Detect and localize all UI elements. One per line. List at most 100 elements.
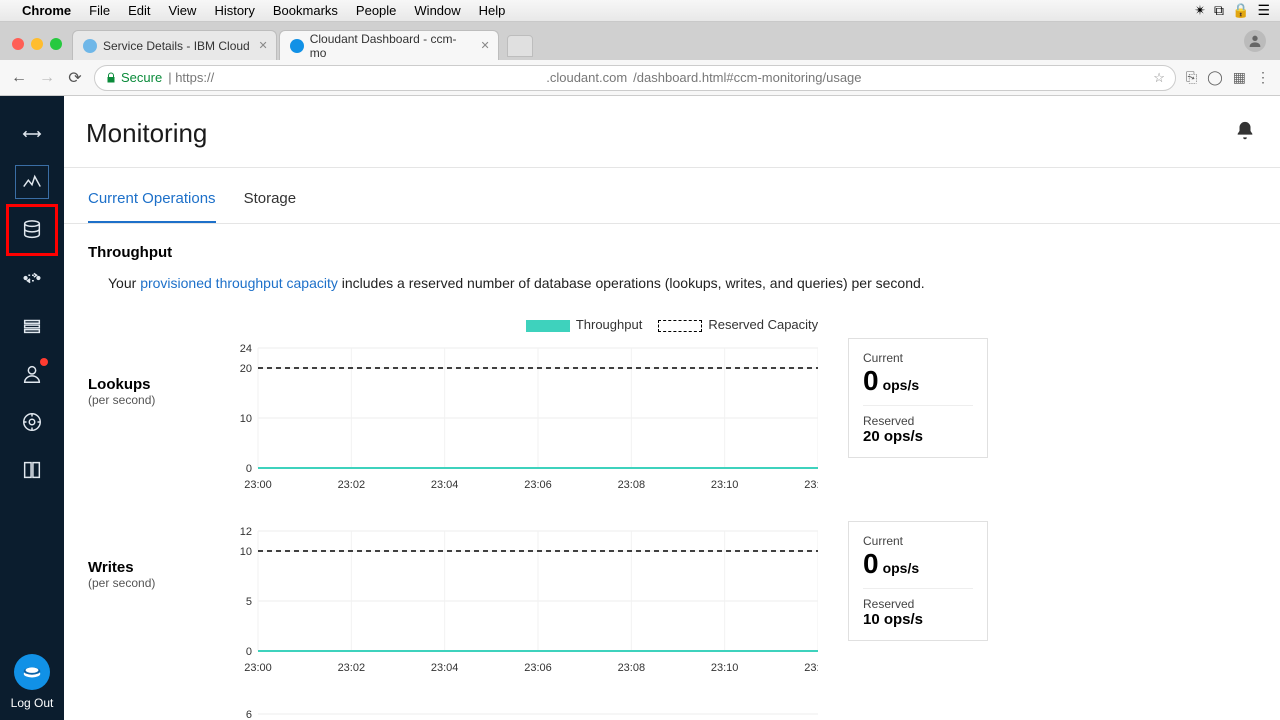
- legend-swatch-throughput: [526, 320, 570, 332]
- sidebar-avatar[interactable]: [14, 654, 50, 690]
- menu-people[interactable]: People: [356, 3, 396, 18]
- chart-row: Lookups(per second)010202423:0023:0223:0…: [88, 338, 1256, 503]
- chart-name: Lookups: [88, 376, 188, 393]
- chart-svg: 0 5 10 12 23:00 23:02 23:04 23:06 23:08 23:10 23:1…: [218, 521, 818, 681]
- maximize-window-icon[interactable]: [50, 38, 62, 50]
- section-title: Throughput: [88, 244, 1256, 261]
- extension-icon[interactable]: ◯: [1207, 69, 1223, 86]
- svg-text:6: 6: [246, 709, 252, 720]
- menu-chrome[interactable]: Chrome: [22, 3, 71, 18]
- svg-text:0: 0: [246, 646, 252, 658]
- tab-current-operations[interactable]: Current Operations: [88, 176, 216, 223]
- chart-summary: Current 0ops/s Reserved 10 ops/s: [848, 521, 988, 641]
- svg-text:23:06: 23:06: [524, 479, 552, 491]
- svg-text:12: 12: [240, 526, 252, 538]
- svg-text:23:04: 23:04: [431, 662, 459, 674]
- svg-text:23:10: 23:10: [711, 662, 739, 674]
- chart-svg: 6: [218, 704, 818, 720]
- menu-file[interactable]: File: [89, 3, 110, 18]
- sidebar-active-tasks-icon[interactable]: [8, 302, 56, 350]
- menu-edit[interactable]: Edit: [128, 3, 150, 18]
- menu-window[interactable]: Window: [414, 3, 460, 18]
- app-viewport: Log Out Monitoring Current Operations St…: [0, 96, 1280, 720]
- browser-tabstrip: Service Details - IBM Cloud ✕ Cloudant D…: [0, 22, 1280, 60]
- url-host: .cloudant.com: [546, 70, 627, 85]
- svg-text:23:00: 23:00: [244, 662, 272, 674]
- menu-help[interactable]: Help: [479, 3, 506, 18]
- close-window-icon[interactable]: [12, 38, 24, 50]
- main-content: Monitoring Current Operations Storage Th…: [64, 96, 1280, 720]
- svg-text:23:12: 23:12: [804, 662, 818, 674]
- chrome-profile-icon[interactable]: [1244, 30, 1266, 52]
- svg-text:23:04: 23:04: [431, 479, 459, 491]
- sidebar-account-icon[interactable]: [8, 350, 56, 398]
- page-title: Monitoring: [86, 118, 207, 149]
- url-path: /dashboard.html#ccm-monitoring/usage: [633, 70, 861, 85]
- chart-legend: Throughput Reserved Capacity: [88, 317, 1256, 332]
- control-center-icon[interactable]: ☰: [1257, 2, 1270, 19]
- sidebar-databases-icon[interactable]: [8, 206, 56, 254]
- reload-button[interactable]: ⟳: [66, 68, 84, 88]
- svg-text:20: 20: [240, 363, 252, 375]
- extension-icon-2[interactable]: ▦: [1233, 69, 1246, 86]
- address-bar[interactable]: Secure | https:// .cloudant.com/dashboar…: [94, 65, 1176, 91]
- chart-unit: (per second): [88, 576, 188, 590]
- sidebar-activity-icon[interactable]: [8, 158, 56, 206]
- minimize-window-icon[interactable]: [31, 38, 43, 50]
- svg-text:23:08: 23:08: [618, 662, 646, 674]
- svg-text:23:06: 23:06: [524, 662, 552, 674]
- tab-storage[interactable]: Storage: [244, 176, 297, 223]
- chart-summary: Current 0ops/s Reserved 20 ops/s: [848, 338, 988, 458]
- svg-text:23:12: 23:12: [804, 479, 818, 491]
- sidebar-support-icon[interactable]: [8, 398, 56, 446]
- sidebar-replication-icon[interactable]: [8, 254, 56, 302]
- window-controls[interactable]: [12, 38, 62, 50]
- tab-favicon: [83, 39, 97, 53]
- browser-tab-active[interactable]: Cloudant Dashboard - ccm-mo ✕: [279, 30, 499, 60]
- svg-text:10: 10: [240, 413, 252, 425]
- evernote-icon[interactable]: ✴: [1194, 2, 1206, 19]
- svg-text:23:02: 23:02: [338, 479, 366, 491]
- svg-text:5: 5: [246, 596, 252, 608]
- throughput-section: Throughput Your provisioned throughput c…: [64, 224, 1280, 720]
- provisioned-capacity-link[interactable]: provisioned throughput capacity: [140, 275, 338, 291]
- menu-bookmarks[interactable]: Bookmarks: [273, 3, 338, 18]
- tab-title: Cloudant Dashboard - ccm-mo: [310, 32, 472, 60]
- logout-link[interactable]: Log Out: [11, 696, 54, 710]
- menu-view[interactable]: View: [168, 3, 196, 18]
- svg-text:23:02: 23:02: [338, 662, 366, 674]
- lock-icon[interactable]: 🔒: [1232, 2, 1249, 19]
- tab-close-icon[interactable]: ✕: [481, 39, 490, 52]
- page-header: Monitoring: [64, 96, 1280, 168]
- url-scheme: | https://: [168, 70, 214, 85]
- svg-text:23:08: 23:08: [618, 479, 646, 491]
- tab-close-icon[interactable]: ✕: [259, 39, 268, 52]
- sidebar-docs-icon[interactable]: [8, 446, 56, 494]
- secure-badge: Secure: [105, 70, 162, 85]
- chart-svg: 010202423:0023:0223:0423:0623:0823:1023:…: [218, 338, 818, 498]
- sidebar: Log Out: [0, 96, 64, 720]
- mac-menubar: Chrome File Edit View History Bookmarks …: [0, 0, 1280, 22]
- forward-button[interactable]: →: [38, 69, 56, 87]
- tab-title: Service Details - IBM Cloud: [103, 39, 250, 53]
- svg-text:24: 24: [240, 343, 252, 355]
- chart-name: Writes: [88, 559, 188, 576]
- menu-history[interactable]: History: [214, 3, 254, 18]
- chart-unit: (per second): [88, 393, 188, 407]
- notifications-bell-icon[interactable]: [1234, 120, 1256, 147]
- chart-row: 6: [88, 704, 1256, 720]
- bookmark-star-icon[interactable]: ☆: [1153, 70, 1165, 86]
- chrome-menu-icon[interactable]: ⋮: [1256, 69, 1270, 86]
- svg-text:23:10: 23:10: [711, 479, 739, 491]
- browser-toolbar: ← → ⟳ Secure | https:// .cloudant.com/da…: [0, 60, 1280, 96]
- browser-tab[interactable]: Service Details - IBM Cloud ✕: [72, 30, 277, 60]
- back-button[interactable]: ←: [10, 69, 28, 87]
- legend-swatch-reserved: [658, 320, 702, 332]
- dropbox-icon[interactable]: ⧉: [1214, 2, 1224, 19]
- sidebar-collapse-toggle[interactable]: [8, 110, 56, 158]
- cast-icon[interactable]: ⎘: [1186, 69, 1197, 86]
- new-tab-button[interactable]: [507, 35, 533, 57]
- svg-text:23:00: 23:00: [244, 479, 272, 491]
- section-description: Your provisioned throughput capacity inc…: [108, 275, 1256, 291]
- svg-text:10: 10: [240, 546, 252, 558]
